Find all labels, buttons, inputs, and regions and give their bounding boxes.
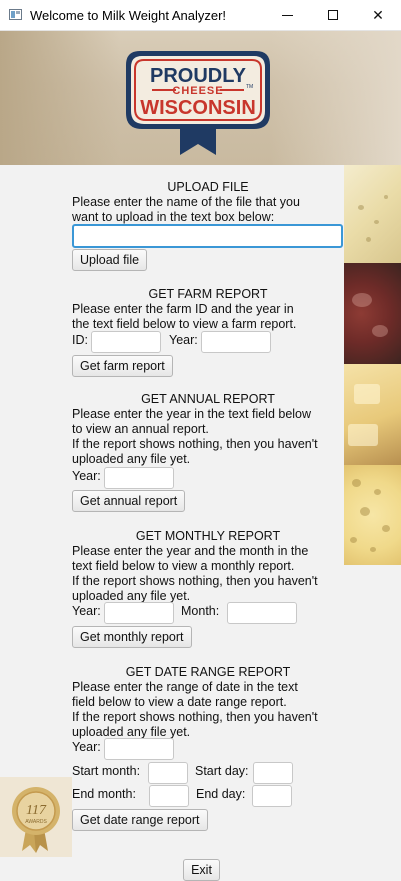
- daterange-instruction-line4: uploaded any file yet.: [72, 725, 191, 739]
- proudly-wisconsin-cheese-logo: PROUDLY CHEESE TM WISCONSIN: [126, 51, 270, 155]
- get-monthly-report-button[interactable]: Get monthly report: [72, 626, 192, 648]
- upload-instruction-line1: Please enter the name of the file that y…: [72, 195, 300, 209]
- end-month-input[interactable]: [149, 785, 189, 807]
- end-month-label: End month:: [72, 787, 136, 801]
- end-day-input[interactable]: [252, 785, 292, 807]
- monthly-year-label: Year:: [72, 604, 101, 618]
- farm-year-input[interactable]: [201, 331, 271, 353]
- annual-heading: GET ANNUAL REPORT: [141, 392, 275, 406]
- start-month-label: Start month:: [72, 764, 141, 778]
- annual-instruction-line4: uploaded any file yet.: [72, 452, 191, 466]
- monthly-instruction-line3: If the report shows nothing, then you ha…: [72, 574, 318, 588]
- minimize-button[interactable]: [264, 0, 310, 30]
- upload-file-button[interactable]: Upload file: [72, 249, 148, 271]
- farm-id-label: ID:: [72, 333, 88, 347]
- upload-heading: UPLOAD FILE: [167, 180, 249, 194]
- farm-year-label: Year:: [169, 333, 198, 347]
- annual-instruction-line1: Please enter the year in the text field …: [72, 407, 312, 421]
- close-button[interactable]: ✕: [355, 0, 401, 30]
- start-month-input[interactable]: [148, 762, 188, 784]
- close-icon: ✕: [372, 6, 384, 23]
- title-bar: Welcome to Milk Weight Analyzer! ✕: [0, 0, 401, 31]
- monthly-year-input[interactable]: [104, 602, 174, 624]
- annual-year-input[interactable]: [104, 467, 174, 489]
- cheese-image-charcuterie: [344, 263, 401, 364]
- daterange-heading: GET DATE RANGE REPORT: [125, 665, 291, 679]
- upload-instruction-line2: want to upload in the text box below:: [72, 210, 275, 224]
- daterange-year-input[interactable]: [104, 738, 174, 760]
- upload-filename-input[interactable]: [72, 224, 343, 248]
- svg-text:TM: TM: [246, 84, 253, 90]
- svg-text:117: 117: [26, 803, 47, 818]
- start-day-input[interactable]: [253, 762, 293, 784]
- svg-text:WISCONSIN: WISCONSIN: [140, 97, 256, 119]
- get-date-range-report-button[interactable]: Get date range report: [72, 809, 208, 831]
- minimize-icon: [281, 14, 293, 16]
- farm-id-input[interactable]: [91, 331, 161, 353]
- banner-image: PROUDLY CHEESE TM WISCONSIN: [0, 31, 401, 165]
- monthly-instruction-line4: uploaded any file yet.: [72, 589, 191, 603]
- exit-button[interactable]: Exit: [183, 859, 220, 881]
- maximize-icon: [328, 10, 338, 20]
- cheese-image-holes: [344, 465, 401, 565]
- get-annual-report-button[interactable]: Get annual report: [72, 490, 186, 512]
- annual-instruction-line2: to view an annual report.: [72, 422, 209, 436]
- monthly-instruction-line2: text field below to view a monthly repor…: [72, 559, 295, 573]
- farm-instruction-line1: Please enter the farm ID and the year in: [72, 302, 294, 316]
- daterange-instruction-line1: Please enter the range of date in the te…: [72, 680, 298, 694]
- monthly-instruction-line1: Please enter the year and the month in t…: [72, 544, 309, 558]
- monthly-heading: GET MONTHLY REPORT: [135, 529, 281, 543]
- end-day-label: End day:: [196, 787, 246, 801]
- app-icon: [9, 9, 22, 20]
- award-badge-image: 117 AWARDS: [0, 777, 72, 857]
- daterange-instruction-line3: If the report shows nothing, then you ha…: [72, 710, 318, 724]
- maximize-button[interactable]: [310, 0, 356, 30]
- monthly-month-label: Month:: [181, 604, 220, 618]
- svg-text:CHEESE: CHEESE: [172, 85, 223, 97]
- get-farm-report-button[interactable]: Get farm report: [72, 355, 173, 377]
- annual-year-label: Year:: [72, 469, 101, 483]
- daterange-year-label: Year:: [72, 740, 101, 754]
- svg-text:AWARDS: AWARDS: [25, 819, 47, 825]
- daterange-instruction-line2: field below to view a date range report.: [72, 695, 287, 709]
- cheese-image-swiss: [344, 165, 401, 263]
- award-seal-icon: 117 AWARDS: [12, 787, 60, 853]
- farm-instruction-line2: the text field below to view a farm repo…: [72, 317, 297, 331]
- start-day-label: Start day:: [195, 764, 249, 778]
- window-title: Welcome to Milk Weight Analyzer!: [30, 8, 227, 23]
- svg-text:PROUDLY: PROUDLY: [150, 65, 247, 87]
- farm-heading: GET FARM REPORT: [148, 287, 268, 301]
- cheese-image-wedges: [344, 364, 401, 465]
- annual-instruction-line3: If the report shows nothing, then you ha…: [72, 437, 318, 451]
- monthly-month-input[interactable]: [227, 602, 297, 624]
